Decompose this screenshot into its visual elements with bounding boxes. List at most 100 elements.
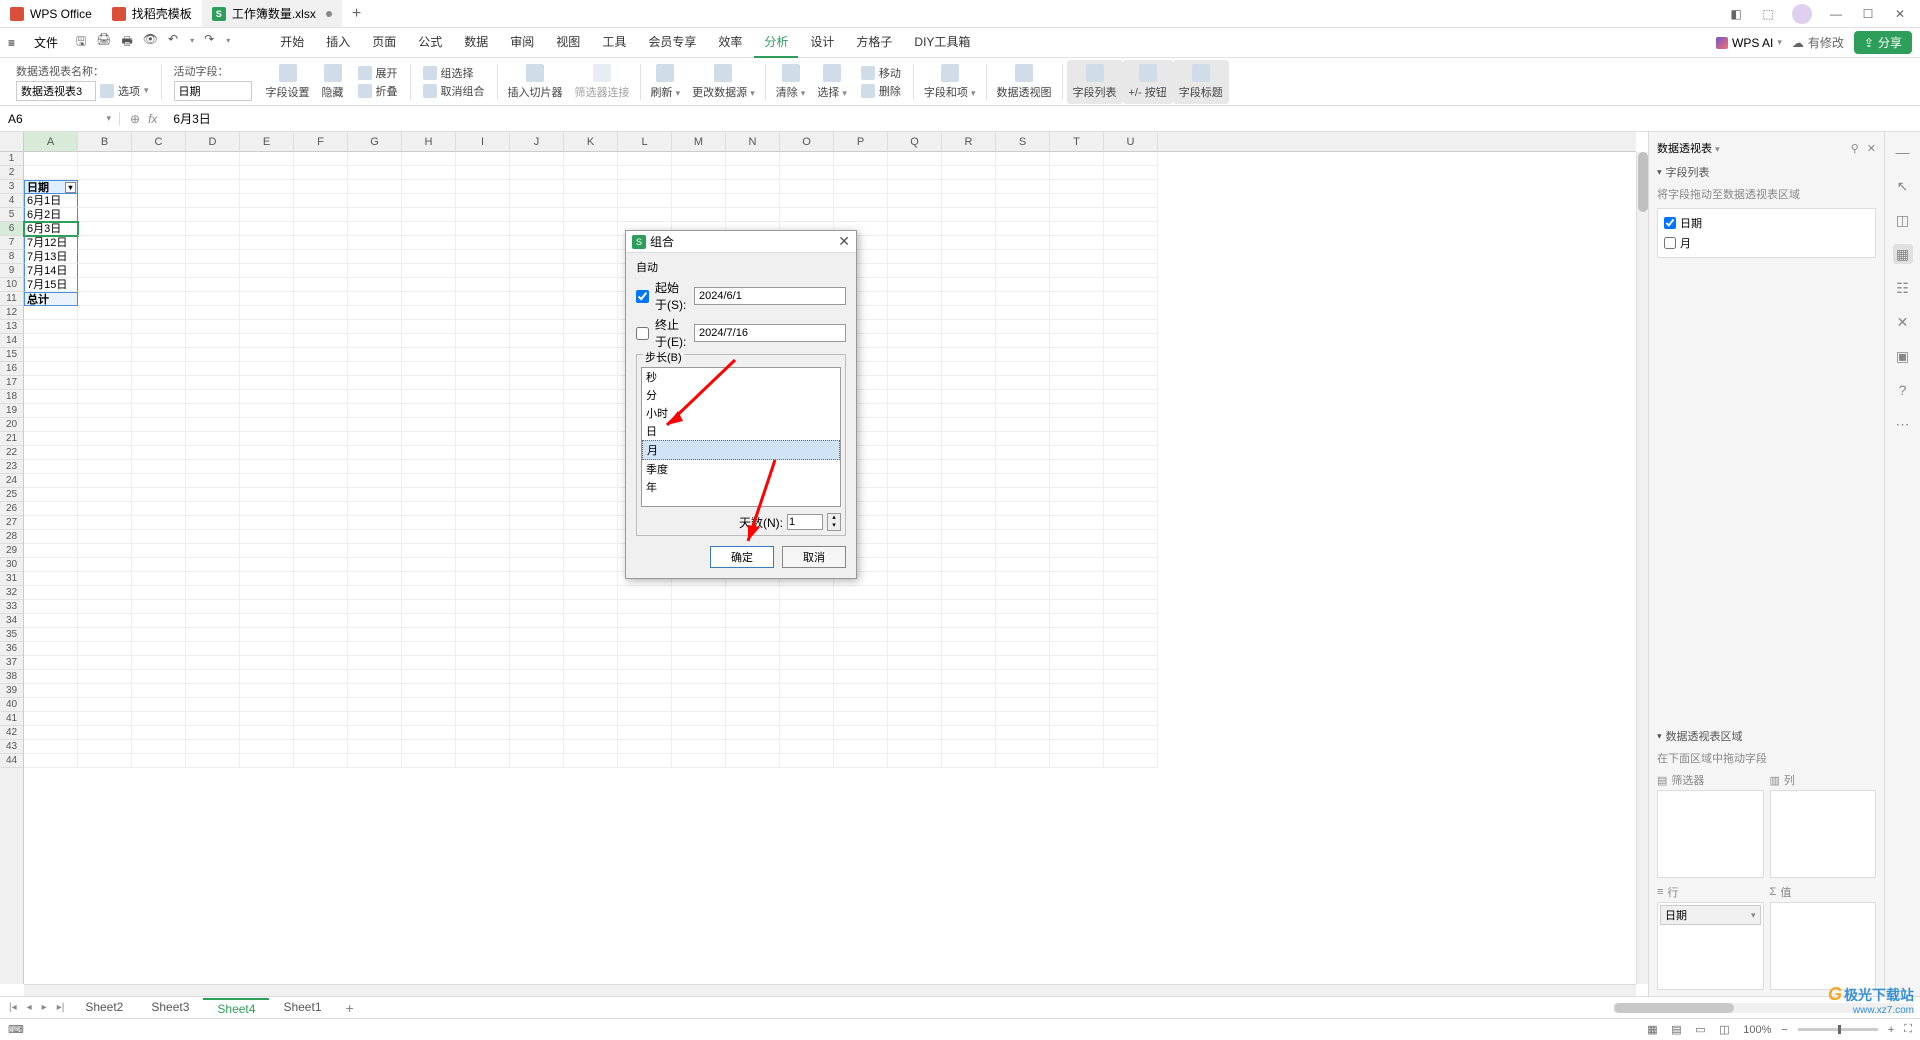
cell[interactable] <box>888 404 942 418</box>
ribbon-tab[interactable]: 公式 <box>408 27 452 58</box>
cell[interactable] <box>564 362 618 376</box>
cell[interactable] <box>564 530 618 544</box>
cell[interactable] <box>186 558 240 572</box>
cell[interactable] <box>348 614 402 628</box>
ribbon-tab[interactable]: 审阅 <box>500 27 544 58</box>
maximize-icon[interactable]: ☐ <box>1860 6 1876 22</box>
cell[interactable] <box>240 222 294 236</box>
cell[interactable] <box>240 250 294 264</box>
cell[interactable] <box>24 306 78 320</box>
spin-up-icon[interactable]: ▴ <box>828 514 840 522</box>
cell[interactable] <box>888 334 942 348</box>
cell[interactable] <box>240 558 294 572</box>
cell[interactable] <box>186 726 240 740</box>
ungroup-button[interactable]: 取消组合 <box>423 83 485 99</box>
cell[interactable] <box>240 474 294 488</box>
cell[interactable] <box>294 572 348 586</box>
cell[interactable] <box>1050 474 1104 488</box>
cell[interactable] <box>132 390 186 404</box>
zoom-out-icon[interactable]: − <box>1781 1024 1787 1036</box>
cell[interactable] <box>294 544 348 558</box>
cell[interactable] <box>1104 432 1158 446</box>
cell[interactable] <box>564 250 618 264</box>
cell[interactable] <box>1104 642 1158 656</box>
cell[interactable] <box>942 250 996 264</box>
cell[interactable] <box>942 586 996 600</box>
cell[interactable] <box>240 684 294 698</box>
ribbon-tab[interactable]: 效率 <box>708 27 752 58</box>
cell[interactable] <box>294 348 348 362</box>
cell[interactable] <box>996 656 1050 670</box>
cell[interactable] <box>942 236 996 250</box>
cell[interactable] <box>942 390 996 404</box>
cell[interactable] <box>1050 362 1104 376</box>
cell[interactable] <box>186 292 240 306</box>
cell[interactable] <box>24 348 78 362</box>
cell[interactable] <box>672 628 726 642</box>
cell[interactable] <box>1104 516 1158 530</box>
cell[interactable] <box>888 208 942 222</box>
cell[interactable] <box>510 446 564 460</box>
cell[interactable] <box>24 418 78 432</box>
cell[interactable] <box>1050 292 1104 306</box>
cell[interactable] <box>348 544 402 558</box>
cell[interactable] <box>402 684 456 698</box>
cell[interactable] <box>78 614 132 628</box>
cell[interactable] <box>834 670 888 684</box>
cell[interactable] <box>780 614 834 628</box>
row-header[interactable]: 16 <box>0 362 23 376</box>
cell[interactable] <box>996 278 1050 292</box>
cell[interactable] <box>132 460 186 474</box>
cell[interactable] <box>564 698 618 712</box>
cell[interactable] <box>834 698 888 712</box>
cell[interactable] <box>132 334 186 348</box>
cell[interactable] <box>726 726 780 740</box>
cell[interactable] <box>78 194 132 208</box>
cell[interactable] <box>78 474 132 488</box>
cell[interactable] <box>942 194 996 208</box>
cell[interactable] <box>510 586 564 600</box>
cell[interactable] <box>888 670 942 684</box>
cell[interactable] <box>402 460 456 474</box>
ribbon-tab[interactable]: DIY工具箱 <box>904 27 980 58</box>
cell[interactable] <box>618 670 672 684</box>
cell[interactable]: 6月2日 <box>24 208 78 222</box>
cell[interactable] <box>942 334 996 348</box>
column-header[interactable]: S <box>996 132 1050 151</box>
ribbon-tab[interactable]: 会员专享 <box>638 27 706 58</box>
cell[interactable] <box>996 264 1050 278</box>
cell[interactable] <box>996 306 1050 320</box>
cell[interactable] <box>888 180 942 194</box>
cell[interactable] <box>402 754 456 768</box>
cell[interactable] <box>186 306 240 320</box>
cell[interactable] <box>348 222 402 236</box>
collapse-button[interactable]: 折叠 <box>358 83 398 99</box>
row-header[interactable]: 24 <box>0 474 23 488</box>
scroll-thumb[interactable] <box>1638 152 1648 212</box>
cell[interactable] <box>132 474 186 488</box>
cell[interactable] <box>78 502 132 516</box>
cell[interactable] <box>1104 236 1158 250</box>
cell[interactable] <box>24 320 78 334</box>
cell[interactable] <box>402 670 456 684</box>
cell[interactable] <box>186 264 240 278</box>
hide-button[interactable]: 隐藏 <box>316 62 350 102</box>
cell[interactable] <box>564 726 618 740</box>
cell[interactable] <box>888 250 942 264</box>
cell[interactable] <box>24 474 78 488</box>
cancel-icon[interactable]: ⊕ <box>130 112 140 126</box>
cell[interactable] <box>186 432 240 446</box>
cell[interactable] <box>240 572 294 586</box>
cell[interactable] <box>456 614 510 628</box>
cell[interactable] <box>564 180 618 194</box>
cell[interactable] <box>348 740 402 754</box>
cell[interactable] <box>618 152 672 166</box>
cell[interactable] <box>78 586 132 600</box>
cell[interactable] <box>1050 712 1104 726</box>
cell[interactable] <box>456 628 510 642</box>
cell[interactable] <box>1104 208 1158 222</box>
row-header[interactable]: 20 <box>0 418 23 432</box>
cell[interactable] <box>564 432 618 446</box>
wps-ai-button[interactable]: WPS AI ▾ <box>1716 36 1782 50</box>
sheet-last-icon[interactable]: ▸| <box>54 1002 68 1013</box>
